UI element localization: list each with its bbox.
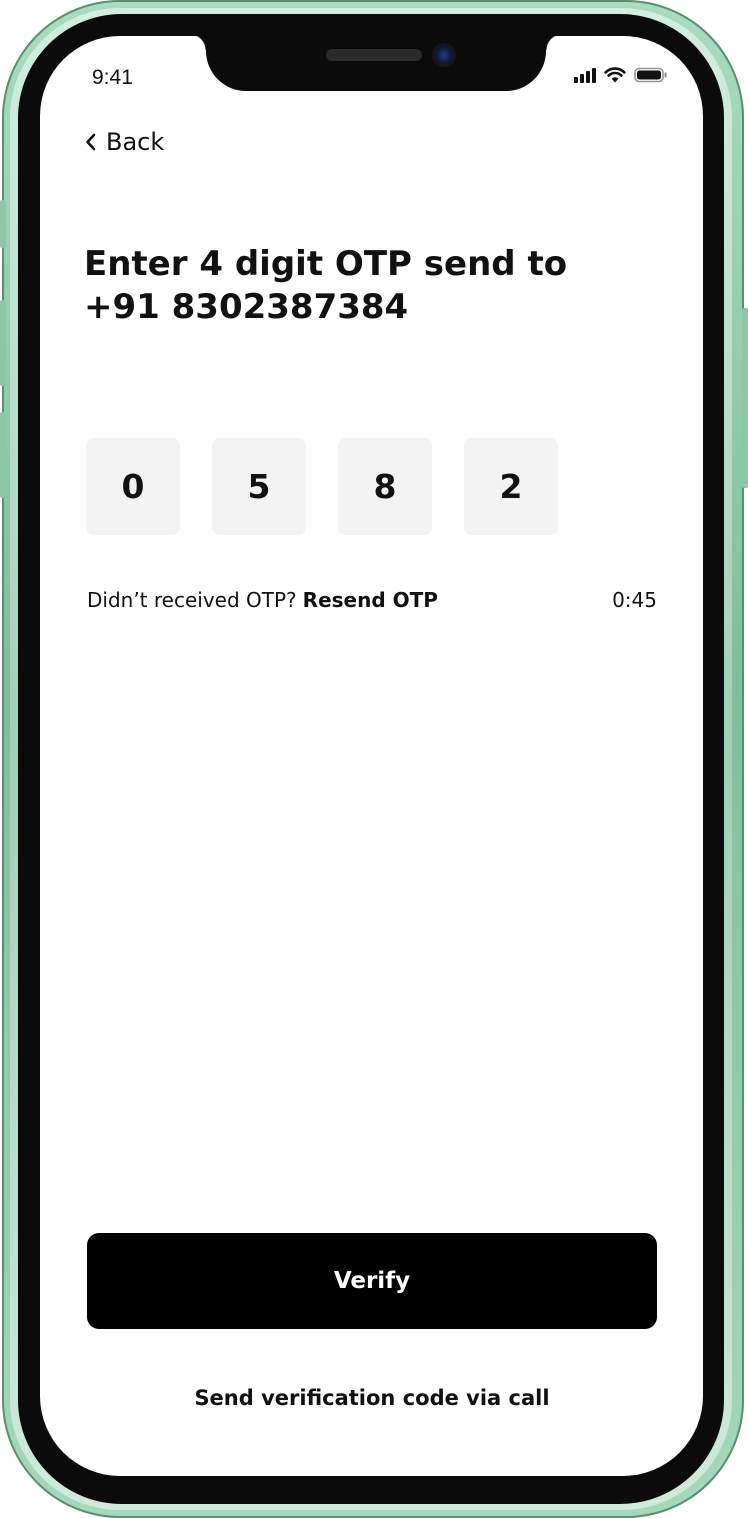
mute-switch (0, 200, 6, 248)
send-code-via-call-link[interactable]: Send verification code via call (87, 1386, 657, 1410)
back-label: Back (106, 128, 165, 156)
camera-icon (432, 43, 456, 67)
resend-prompt: Didn’t received OTP? (87, 588, 297, 612)
otp-digit-4[interactable]: 2 (464, 438, 558, 535)
otp-digit-1[interactable]: 0 (86, 438, 180, 535)
phone-number: +91 8302387384 (84, 287, 409, 327)
otp-digit-2[interactable]: 5 (212, 438, 306, 535)
status-icons (574, 67, 668, 83)
notch (190, 34, 562, 91)
resend-timer: 0:45 (612, 588, 657, 612)
verify-button[interactable]: Verify (87, 1233, 657, 1329)
page-title: Enter 4 digit OTP send to +91 8302387384 (84, 243, 644, 329)
status-time: 9:41 (92, 66, 133, 89)
speaker-grille (326, 49, 422, 61)
cellular-signal-icon (574, 67, 596, 83)
back-button[interactable]: Back (84, 128, 164, 156)
wifi-icon (604, 67, 626, 83)
otp-input-group: 0 5 8 2 (86, 438, 558, 535)
resend-row: Didn’t received OTP? Resend OTP 0:45 (87, 588, 657, 612)
volume-up-button (0, 300, 6, 386)
battery-icon (634, 67, 667, 83)
resend-otp-link[interactable]: Resend OTP (303, 588, 438, 612)
otp-digit-3[interactable]: 8 (338, 438, 432, 535)
resend-prompt-group: Didn’t received OTP? Resend OTP (87, 588, 438, 612)
page-title-line-1: Enter 4 digit OTP send to (84, 244, 568, 284)
power-button (742, 308, 748, 488)
volume-down-button (0, 412, 6, 498)
chevron-left-icon (86, 133, 96, 151)
